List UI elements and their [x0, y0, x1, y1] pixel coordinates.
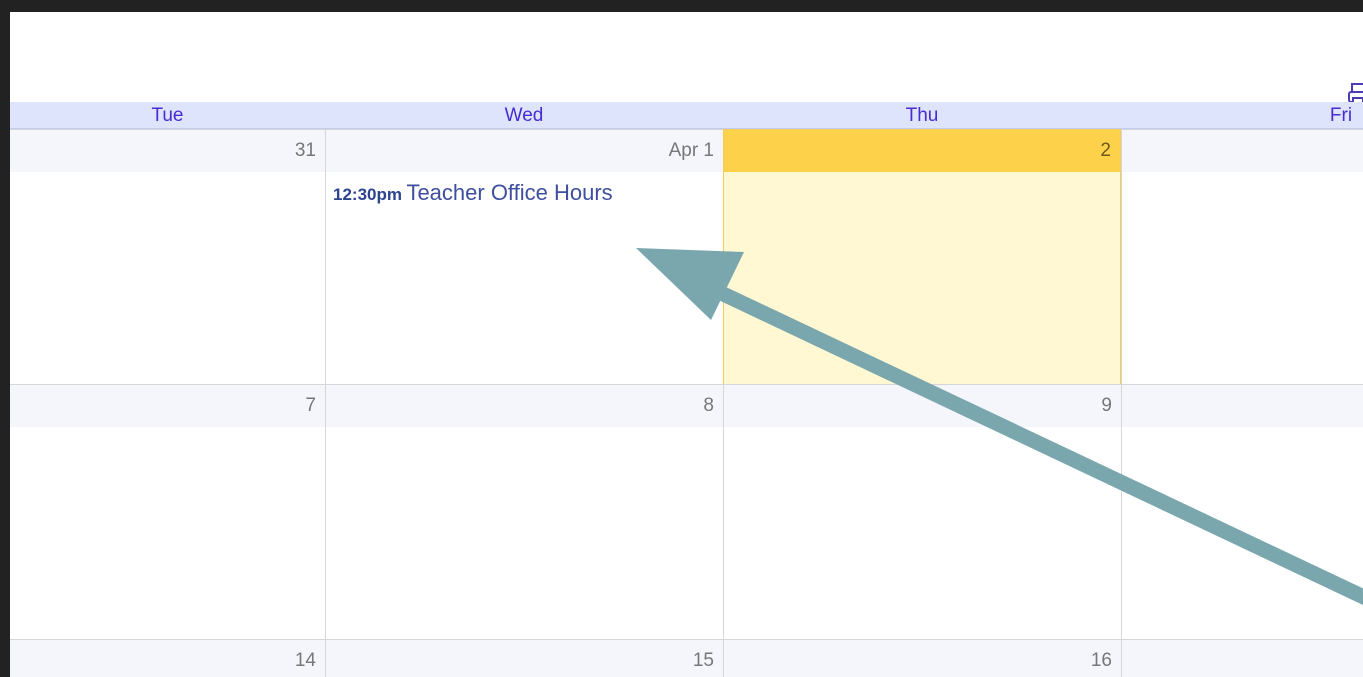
day-cell[interactable]: 9 — [723, 385, 1121, 639]
window-frame-left — [0, 0, 10, 677]
day-cell[interactable]: 7 — [10, 385, 325, 639]
date-bar: 7 — [10, 385, 325, 427]
date-number[interactable]: 2 — [1100, 140, 1111, 162]
date-number[interactable]: 8 — [703, 395, 714, 417]
day-cell[interactable]: 15 — [325, 640, 723, 677]
weekday-thu: Thu — [905, 105, 939, 126]
calendar-toolbar — [10, 12, 1363, 108]
day-cell[interactable] — [1121, 130, 1363, 384]
date-number[interactable]: 7 — [305, 395, 316, 417]
date-number[interactable]: 16 — [1091, 650, 1112, 672]
date-bar: 2 — [724, 130, 1120, 172]
week-row: 7 8 9 — [10, 384, 1363, 639]
date-number[interactable]: 14 — [295, 650, 316, 672]
weekday-fri: Fri — [1329, 105, 1353, 126]
day-cell[interactable]: 8 — [325, 385, 723, 639]
window-frame-top — [0, 0, 1363, 12]
date-number[interactable]: 15 — [693, 650, 714, 672]
date-number[interactable]: 31 — [295, 140, 316, 162]
week-row: 14 15 16 — [10, 639, 1363, 677]
week-row: 31 Apr 1 12:30pm Teacher Office Hours 2 — [10, 129, 1363, 386]
date-bar — [1122, 130, 1363, 172]
event-title: Teacher Office Hours — [406, 180, 613, 205]
date-bar: 16 — [724, 640, 1121, 677]
calendar-app: Tue Wed Thu Fri 31 Apr 1 12:30pm Teacher… — [10, 12, 1363, 677]
date-bar: Apr 1 — [326, 130, 723, 172]
weekday-wed: Wed — [504, 105, 544, 126]
weekday-tue: Tue — [151, 105, 184, 126]
day-cell[interactable]: 14 — [10, 640, 325, 677]
day-cell[interactable]: 16 — [723, 640, 1121, 677]
date-number[interactable]: 9 — [1101, 395, 1112, 417]
event-time: 12:30pm — [333, 185, 402, 204]
month-grid: 31 Apr 1 12:30pm Teacher Office Hours 2 … — [10, 129, 1363, 677]
date-bar: 9 — [724, 385, 1121, 427]
date-bar: 14 — [10, 640, 325, 677]
date-bar: 31 — [10, 130, 325, 172]
date-bar: 8 — [326, 385, 723, 427]
day-cell[interactable]: Apr 1 12:30pm Teacher Office Hours — [325, 130, 723, 384]
date-number[interactable]: Apr 1 — [669, 140, 714, 162]
calendar-event[interactable]: 12:30pm Teacher Office Hours — [333, 180, 723, 208]
day-cell[interactable] — [1121, 640, 1363, 677]
day-cell[interactable]: 31 — [10, 130, 325, 384]
date-bar: 15 — [326, 640, 723, 677]
date-bar — [1122, 385, 1363, 427]
date-bar — [1122, 640, 1363, 677]
weekday-header: Tue Wed Thu Fri — [10, 102, 1363, 129]
day-cell[interactable] — [1121, 385, 1363, 639]
day-cell-today[interactable]: 2 — [723, 129, 1121, 386]
